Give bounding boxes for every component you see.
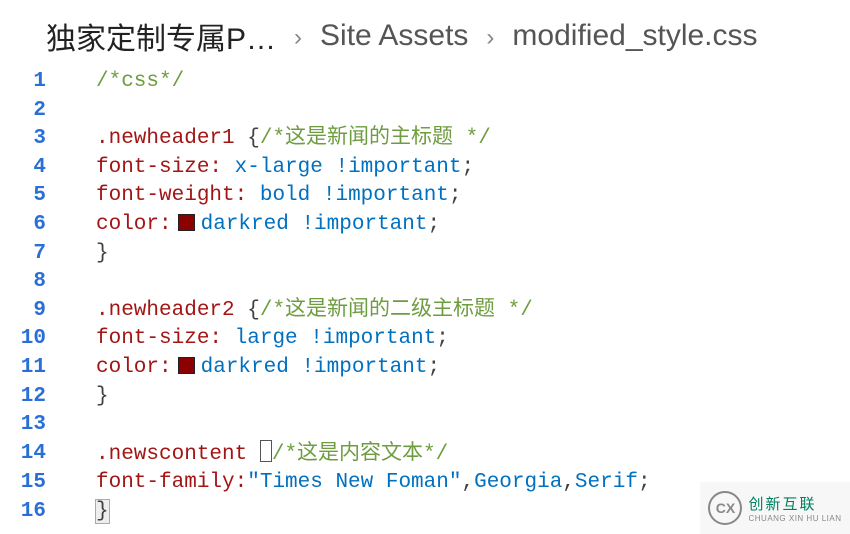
semicolon: ; bbox=[638, 471, 651, 494]
value: Serif bbox=[575, 471, 638, 494]
code-line: 1 /*css*/ bbox=[0, 68, 850, 97]
brace: } bbox=[96, 385, 109, 408]
line-number: 5 bbox=[0, 182, 60, 211]
cursor-icon bbox=[260, 440, 272, 462]
line-number: 9 bbox=[0, 297, 60, 326]
code-line: 5 font-weight: bold !important; bbox=[0, 182, 850, 211]
comment: /*这是新闻的主标题 */ bbox=[260, 127, 491, 150]
brace: } bbox=[96, 242, 109, 265]
semicolon: ; bbox=[427, 213, 440, 236]
line-number: 10 bbox=[0, 325, 60, 354]
semicolon: ; bbox=[449, 184, 462, 207]
code-editor[interactable]: 1 /*css*/ 2 3 .newheader1 {/*这是新闻的主标题 */… bbox=[0, 68, 850, 527]
code-line: 12 } bbox=[0, 383, 850, 412]
selector: .newscontent bbox=[96, 443, 247, 466]
chevron-right-icon: › bbox=[294, 24, 302, 52]
semicolon: ; bbox=[427, 356, 440, 379]
string: "Times New Foman" bbox=[247, 471, 461, 494]
value: x-large bbox=[235, 156, 323, 179]
line-number: 12 bbox=[0, 383, 60, 412]
value: Georgia bbox=[474, 471, 562, 494]
brace: { bbox=[247, 127, 260, 150]
line-number: 14 bbox=[0, 440, 60, 470]
property: font-size: bbox=[96, 156, 222, 179]
breadcrumb-item-2[interactable]: Site Assets bbox=[320, 19, 468, 53]
code-line: 14 .newscontent /*这是内容文本*/ bbox=[0, 440, 850, 470]
value: bold bbox=[260, 184, 310, 207]
logo-mark-icon: CX bbox=[708, 491, 742, 525]
important: !important bbox=[301, 356, 427, 379]
logo-text-cn: 创新互联 bbox=[748, 493, 841, 514]
line-number: 8 bbox=[0, 268, 60, 297]
line-number: 11 bbox=[0, 354, 60, 383]
line-number: 7 bbox=[0, 240, 60, 269]
code-line: 10 font-size: large !important; bbox=[0, 325, 850, 354]
code-line: 6 color: darkred !important; bbox=[0, 211, 850, 240]
line-number: 15 bbox=[0, 469, 60, 498]
comma: , bbox=[461, 471, 474, 494]
code-line: 11 color: darkred !important; bbox=[0, 354, 850, 383]
line-number: 3 bbox=[0, 125, 60, 154]
code-line: 8 bbox=[0, 268, 850, 297]
code-line: 7 } bbox=[0, 240, 850, 269]
code-line: 2 bbox=[0, 97, 850, 126]
breadcrumb-item-3[interactable]: modified_style.css bbox=[512, 19, 757, 53]
line-number: 16 bbox=[0, 498, 60, 527]
property: color: bbox=[96, 213, 172, 236]
line-number: 13 bbox=[0, 411, 60, 440]
value: large bbox=[235, 327, 298, 350]
brace: } bbox=[96, 500, 109, 523]
semicolon: ; bbox=[436, 327, 449, 350]
breadcrumb: 独家定制专属P… › Site Assets › modified_style.… bbox=[0, 0, 850, 68]
code-line: 4 font-size: x-large !important; bbox=[0, 154, 850, 183]
property: font-family: bbox=[96, 471, 247, 494]
code-line: 3 .newheader1 {/*这是新闻的主标题 */ bbox=[0, 125, 850, 154]
comment: /*这是新闻的二级主标题 */ bbox=[260, 299, 533, 322]
property: font-weight: bbox=[96, 184, 247, 207]
selector: .newheader2 bbox=[96, 299, 235, 322]
code-line: 9 .newheader2 {/*这是新闻的二级主标题 */ bbox=[0, 297, 850, 326]
logo-text-en: CHUANG XIN HU LIAN bbox=[748, 514, 841, 523]
brace: { bbox=[247, 299, 260, 322]
important: !important bbox=[310, 327, 436, 350]
line-number: 6 bbox=[0, 211, 60, 240]
important: !important bbox=[323, 184, 449, 207]
selector: .newheader1 bbox=[96, 127, 235, 150]
comment: /*这是内容文本*/ bbox=[272, 443, 448, 466]
comment: /*css*/ bbox=[96, 70, 184, 93]
important: !important bbox=[301, 213, 427, 236]
semicolon: ; bbox=[462, 156, 475, 179]
value: darkred bbox=[201, 356, 289, 379]
line-number: 2 bbox=[0, 97, 60, 126]
comma: , bbox=[562, 471, 575, 494]
breadcrumb-item-1[interactable]: 独家定制专属P… bbox=[46, 14, 276, 58]
line-number: 1 bbox=[0, 68, 60, 97]
code-line: 13 bbox=[0, 411, 850, 440]
chevron-right-icon: › bbox=[486, 24, 494, 52]
color-swatch-icon bbox=[178, 357, 195, 374]
color-swatch-icon bbox=[178, 214, 195, 231]
property: font-size: bbox=[96, 327, 222, 350]
value: darkred bbox=[201, 213, 289, 236]
line-number: 4 bbox=[0, 154, 60, 183]
important: !important bbox=[335, 156, 461, 179]
property: color: bbox=[96, 356, 172, 379]
watermark-logo: CX 创新互联 CHUANG XIN HU LIAN bbox=[700, 482, 850, 534]
